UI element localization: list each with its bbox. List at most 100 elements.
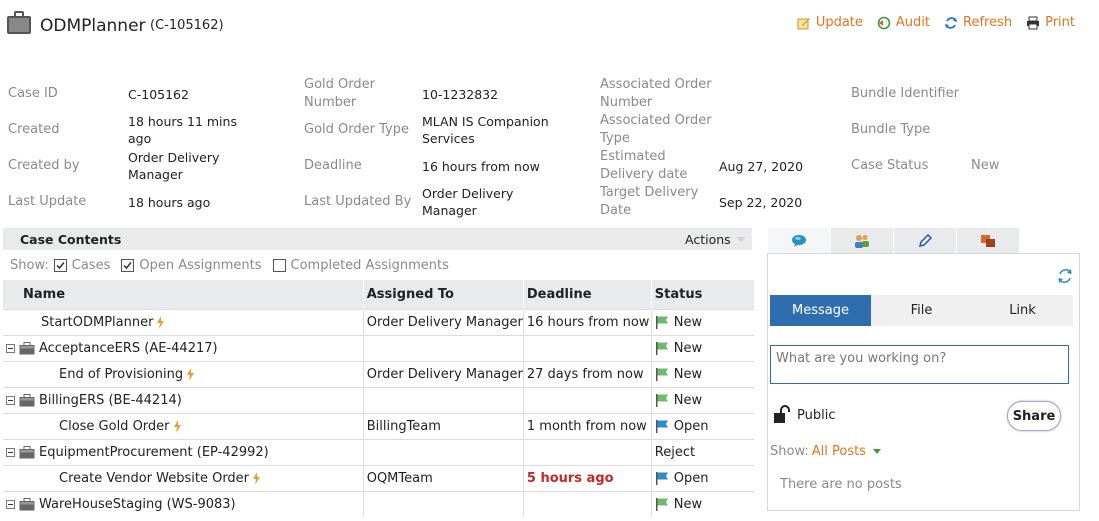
case-id-value: C-105162 bbox=[128, 87, 189, 102]
print-label: Print bbox=[1045, 15, 1075, 30]
post-type-selector: Message File Link bbox=[770, 295, 1073, 326]
table-row[interactable]: Close Gold Order BillingTeam 1 month fro… bbox=[3, 412, 754, 439]
status-cell: New bbox=[651, 308, 754, 335]
bundle-type-label: Bundle Type bbox=[851, 122, 931, 137]
deadline-cell: 1 month from now bbox=[523, 412, 652, 439]
row-name-cell: End of Provisioning bbox=[3, 360, 364, 387]
table-row[interactable]: EquipmentProcurement (EP-42992) Reject bbox=[3, 438, 754, 465]
table-row[interactable]: End of Provisioning Order Delivery Manag… bbox=[3, 360, 754, 387]
associated-order-type-label: Associated Order Type bbox=[600, 113, 712, 146]
open-assignments-filter-label: Open Assignments bbox=[139, 258, 262, 273]
printer-icon bbox=[1027, 16, 1040, 29]
message-tab[interactable]: Message bbox=[770, 295, 871, 326]
status-label: New bbox=[673, 366, 703, 382]
actions-menu[interactable]: Actions bbox=[685, 232, 745, 247]
case-reference: (C-105162) bbox=[150, 18, 224, 33]
column-header-deadline[interactable]: Deadline bbox=[523, 280, 652, 309]
column-header-name[interactable]: Name bbox=[3, 280, 364, 309]
last-updated-by-value: Order Delivery Manager bbox=[422, 186, 514, 218]
file-tab[interactable]: File bbox=[871, 295, 972, 326]
visibility-label: Public bbox=[797, 408, 836, 423]
flag-blue-icon bbox=[655, 420, 668, 433]
column-header-status[interactable]: Status bbox=[651, 280, 754, 309]
assigned-to-cell bbox=[363, 334, 524, 361]
collapse-toggle[interactable] bbox=[6, 499, 15, 509]
link-tab[interactable]: Link bbox=[972, 295, 1073, 326]
status-cell: New bbox=[651, 334, 754, 361]
assignment-link[interactable]: StartODMPlanner bbox=[41, 315, 153, 330]
last-update-label: Last Update bbox=[8, 194, 87, 209]
completed-assignments-checkbox[interactable] bbox=[272, 259, 286, 272]
case-link[interactable]: EquipmentProcurement (EP-42992) bbox=[39, 445, 269, 460]
status-cell: Open bbox=[651, 464, 754, 491]
open-assignments-checkbox[interactable] bbox=[121, 259, 135, 272]
post-filter: Show: All Posts bbox=[770, 444, 881, 459]
cases-checkbox[interactable] bbox=[53, 259, 67, 272]
created-label: Created bbox=[8, 122, 60, 137]
case-link[interactable]: WareHouseStaging (WS-9083) bbox=[39, 497, 236, 512]
tab-cases[interactable] bbox=[957, 228, 1020, 253]
print-button[interactable]: Print bbox=[1026, 15, 1075, 30]
flag-green-icon bbox=[655, 394, 668, 407]
deadline-cell bbox=[523, 334, 652, 361]
deadline-value: 16 hours from now bbox=[422, 159, 540, 174]
table-row[interactable]: Create Vendor Website Order OQMTeam 5 ho… bbox=[3, 464, 754, 491]
update-button[interactable]: Update bbox=[797, 15, 863, 30]
row-name-cell: BillingERS (BE-44214) bbox=[3, 386, 364, 413]
status-label: New bbox=[673, 340, 703, 356]
assignment-link[interactable]: Create Vendor Website Order bbox=[59, 471, 249, 486]
assigned-to-cell: BillingTeam bbox=[363, 412, 524, 439]
collapse-toggle[interactable] bbox=[6, 447, 15, 457]
case-icon bbox=[19, 341, 35, 354]
table-row[interactable]: BillingERS (BE-44214) New bbox=[3, 386, 754, 413]
status-cell: New bbox=[651, 360, 754, 387]
tab-people[interactable] bbox=[831, 228, 894, 253]
tab-pulse[interactable] bbox=[768, 228, 831, 253]
audit-button[interactable]: Audit bbox=[877, 15, 930, 30]
row-name-cell: AcceptanceERS (AE-44217) bbox=[3, 334, 364, 361]
estimated-delivery-value: Aug 27, 2020 bbox=[719, 159, 804, 174]
case-icon bbox=[19, 393, 35, 406]
column-header-assigned-to[interactable]: Assigned To bbox=[363, 280, 524, 309]
collapse-toggle[interactable] bbox=[6, 343, 15, 353]
checkmark-icon bbox=[123, 262, 132, 270]
assigned-to-cell bbox=[363, 490, 524, 517]
assignment-link[interactable]: End of Provisioning bbox=[59, 367, 183, 382]
assigned-to-cell bbox=[363, 386, 524, 413]
case-link[interactable]: BillingERS (BE-44214) bbox=[39, 393, 182, 408]
assignment-link[interactable]: Close Gold Order bbox=[59, 419, 170, 434]
refresh-button[interactable]: Refresh bbox=[944, 15, 1012, 30]
deadline-cell bbox=[523, 438, 652, 465]
lightning-icon bbox=[173, 419, 181, 433]
flag-green-icon bbox=[655, 498, 668, 512]
target-delivery-value: Sep 22, 2020 bbox=[719, 195, 803, 210]
unlock-icon[interactable] bbox=[772, 405, 792, 425]
tab-edit[interactable] bbox=[894, 228, 957, 253]
row-name-cell: StartODMPlanner bbox=[3, 308, 364, 335]
case-link[interactable]: AcceptanceERS (AE-44217) bbox=[39, 341, 218, 356]
refresh-icon[interactable] bbox=[1056, 267, 1074, 285]
table-row[interactable]: AcceptanceERS (AE-44217) New bbox=[3, 334, 754, 361]
gold-order-number-label: Gold Order Number bbox=[304, 77, 375, 110]
pencil-icon bbox=[918, 233, 933, 247]
status-cell: New bbox=[651, 490, 754, 517]
header-actions: Update Audit Refresh Print bbox=[797, 15, 1075, 30]
deadline-label: Deadline bbox=[304, 158, 362, 173]
page-title: ODMPlanner bbox=[40, 16, 146, 36]
post-input[interactable]: What are you working on? bbox=[770, 345, 1069, 384]
table-row[interactable]: WareHouseStaging (WS-9083) New bbox=[3, 490, 754, 517]
last-update-value: 18 hours ago bbox=[128, 195, 211, 210]
last-updated-by-label: Last Updated By bbox=[304, 194, 412, 209]
post-filter-dropdown[interactable]: All Posts bbox=[812, 444, 866, 459]
refresh-label: Refresh bbox=[963, 15, 1013, 30]
flag-green-icon bbox=[655, 342, 668, 355]
show-label: Show: bbox=[10, 258, 49, 273]
pulse-tabs bbox=[768, 228, 1020, 253]
status-label: Open bbox=[673, 418, 709, 434]
collapse-toggle[interactable] bbox=[6, 395, 15, 405]
share-button[interactable]: Share bbox=[1007, 401, 1061, 431]
table-row[interactable]: StartODMPlanner Order Delivery Manager 1… bbox=[3, 308, 754, 335]
lightning-icon bbox=[253, 471, 261, 485]
status-cell: Reject bbox=[651, 438, 754, 465]
chevron-down-icon[interactable] bbox=[872, 449, 881, 454]
